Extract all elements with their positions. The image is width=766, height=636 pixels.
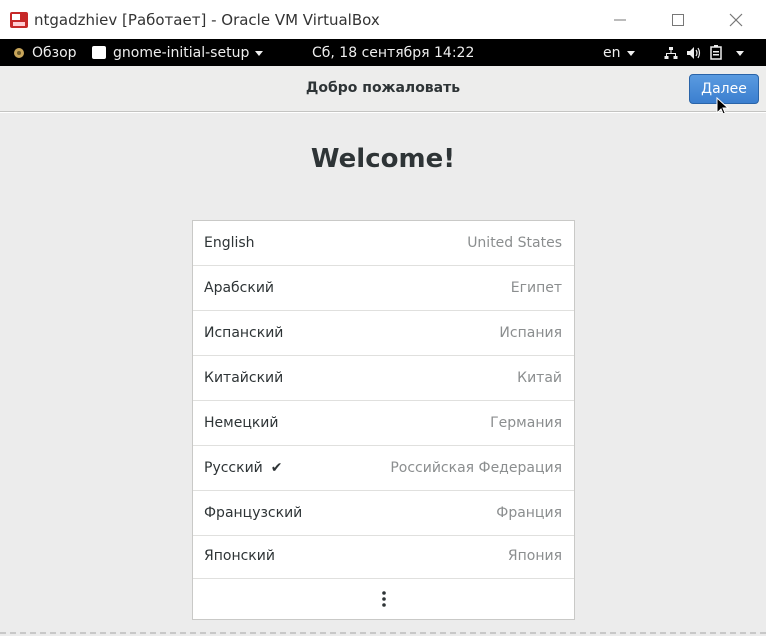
language-name: Арабский [204, 280, 275, 296]
language-name: Французский [204, 505, 303, 521]
window-title: ntgadzhiev [Работает] - Oracle VM Virtua… [34, 11, 380, 29]
minimize-icon [614, 19, 626, 21]
app-menu[interactable]: gnome-initial-setup [92, 39, 264, 66]
network-icon [664, 46, 678, 59]
language-name-selected: Русский ✔ [204, 460, 283, 476]
welcome-heading: Welcome! [310, 144, 456, 174]
language-row-french[interactable]: Французский Франция [193, 491, 574, 536]
language-name: Немецкий [204, 415, 279, 431]
language-row-german[interactable]: Немецкий Германия [193, 401, 574, 446]
clock-label: Сб, 18 сентября 14:22 [312, 44, 475, 61]
volume-icon [687, 46, 701, 59]
setup-header-bar: Добро пожаловать Далее [0, 66, 766, 112]
activities-label: Обзор [32, 44, 77, 61]
language-name: English [204, 235, 255, 251]
language-row-arabic[interactable]: Арабский Египет [193, 266, 574, 311]
close-button[interactable] [713, 0, 759, 40]
language-row-spanish[interactable]: Испанский Испания [193, 311, 574, 356]
gnome-top-bar: Обзор gnome-initial-setup Сб, 18 сентябр… [0, 39, 766, 66]
language-region: Российская Федерация [390, 460, 562, 476]
language-region: Китай [517, 370, 562, 386]
input-source-label: en [603, 44, 621, 61]
app-menu-label: gnome-initial-setup [113, 44, 250, 61]
input-source-menu[interactable]: en [603, 39, 635, 66]
page-title: Добро пожаловать [305, 80, 461, 96]
language-region: Испания [499, 325, 562, 341]
language-row-japanese[interactable]: Японский Япония [193, 534, 574, 579]
app-icon [92, 46, 106, 59]
activities-icon [14, 47, 24, 58]
window-titlebar: ntgadzhiev [Работает] - Oracle VM Virtua… [0, 0, 766, 40]
battery-icon [710, 45, 722, 60]
clock[interactable]: Сб, 18 сентября 14:22 [312, 39, 474, 66]
maximize-button[interactable] [655, 0, 701, 40]
language-region: Германия [490, 415, 562, 431]
language-region: Япония [507, 548, 562, 564]
language-name: Китайский [204, 370, 284, 386]
language-row-english[interactable]: English United States [193, 221, 574, 266]
maximize-icon [672, 14, 684, 26]
close-icon [729, 13, 743, 27]
language-region: Египет [510, 280, 562, 296]
activities-button[interactable]: Обзор [12, 39, 77, 66]
language-region: United States [467, 235, 562, 251]
language-name: Японский [204, 548, 275, 564]
chevron-down-icon [626, 50, 635, 56]
bottom-divider [0, 632, 766, 634]
more-vertical-icon [381, 590, 386, 607]
language-row-chinese[interactable]: Китайский Китай [193, 356, 574, 401]
language-name: Русский [204, 460, 263, 476]
language-row-russian[interactable]: Русский ✔ Российская Федерация [193, 446, 574, 491]
welcome-page: Welcome! English United States Арабский … [0, 113, 766, 636]
more-languages-button[interactable] [193, 578, 574, 619]
language-name: Испанский [204, 325, 284, 341]
chevron-down-icon [255, 50, 264, 56]
language-list: English United States Арабский Египет Ис… [192, 220, 575, 620]
system-menu[interactable] [664, 39, 744, 66]
chevron-down-icon [736, 50, 744, 56]
virtualbox-icon [10, 12, 28, 28]
minimize-button[interactable] [597, 0, 643, 40]
checkmark-icon: ✔ [270, 460, 283, 476]
language-region: Франция [496, 505, 562, 521]
